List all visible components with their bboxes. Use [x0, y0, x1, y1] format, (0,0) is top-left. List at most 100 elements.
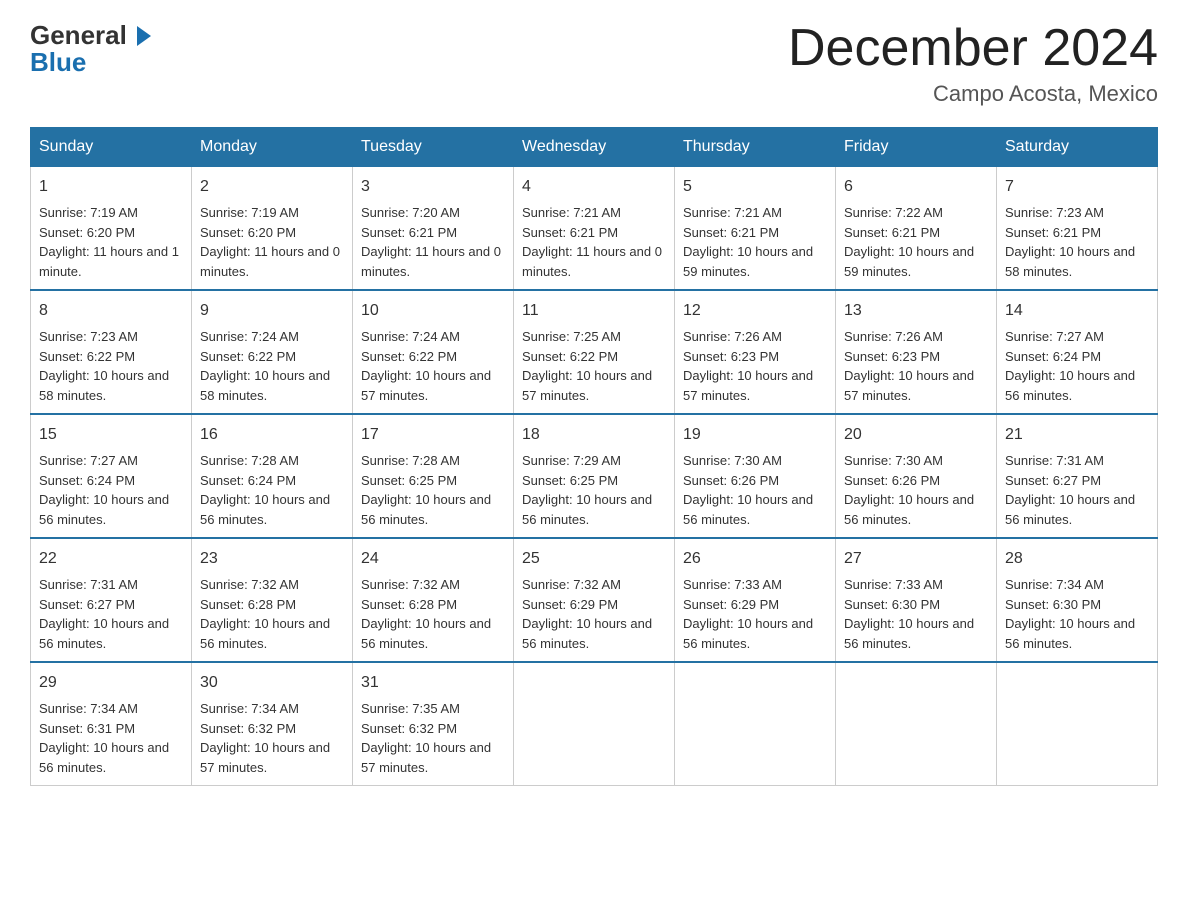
- day-info: Sunrise: 7:19 AMSunset: 6:20 PMDaylight:…: [200, 205, 340, 279]
- table-row: 14 Sunrise: 7:27 AMSunset: 6:24 PMDaylig…: [997, 290, 1158, 414]
- table-row: 26 Sunrise: 7:33 AMSunset: 6:29 PMDaylig…: [675, 538, 836, 662]
- day-info: Sunrise: 7:24 AMSunset: 6:22 PMDaylight:…: [361, 329, 491, 403]
- title-block: December 2024 Campo Acosta, Mexico: [788, 20, 1158, 107]
- table-row: 20 Sunrise: 7:30 AMSunset: 6:26 PMDaylig…: [836, 414, 997, 538]
- day-number: 14: [1005, 299, 1149, 323]
- table-row: 10 Sunrise: 7:24 AMSunset: 6:22 PMDaylig…: [353, 290, 514, 414]
- logo-arrow-icon: [127, 22, 155, 50]
- day-info: Sunrise: 7:27 AMSunset: 6:24 PMDaylight:…: [39, 453, 169, 527]
- day-number: 5: [683, 175, 827, 199]
- day-number: 19: [683, 423, 827, 447]
- day-info: Sunrise: 7:19 AMSunset: 6:20 PMDaylight:…: [39, 205, 179, 279]
- day-info: Sunrise: 7:23 AMSunset: 6:21 PMDaylight:…: [1005, 205, 1135, 279]
- day-number: 17: [361, 423, 505, 447]
- day-info: Sunrise: 7:27 AMSunset: 6:24 PMDaylight:…: [1005, 329, 1135, 403]
- day-info: Sunrise: 7:32 AMSunset: 6:28 PMDaylight:…: [361, 577, 491, 651]
- day-number: 1: [39, 175, 183, 199]
- day-number: 8: [39, 299, 183, 323]
- table-row: 13 Sunrise: 7:26 AMSunset: 6:23 PMDaylig…: [836, 290, 997, 414]
- day-number: 11: [522, 299, 666, 323]
- day-number: 24: [361, 547, 505, 571]
- day-number: 4: [522, 175, 666, 199]
- day-number: 15: [39, 423, 183, 447]
- day-number: 28: [1005, 547, 1149, 571]
- table-row: 6 Sunrise: 7:22 AMSunset: 6:21 PMDayligh…: [836, 167, 997, 291]
- table-row: 16 Sunrise: 7:28 AMSunset: 6:24 PMDaylig…: [192, 414, 353, 538]
- day-number: 21: [1005, 423, 1149, 447]
- day-number: 30: [200, 671, 344, 695]
- day-number: 20: [844, 423, 988, 447]
- day-info: Sunrise: 7:28 AMSunset: 6:24 PMDaylight:…: [200, 453, 330, 527]
- table-row: 31 Sunrise: 7:35 AMSunset: 6:32 PMDaylig…: [353, 662, 514, 786]
- logo: General Blue: [30, 20, 155, 78]
- table-row: 12 Sunrise: 7:26 AMSunset: 6:23 PMDaylig…: [675, 290, 836, 414]
- day-info: Sunrise: 7:22 AMSunset: 6:21 PMDaylight:…: [844, 205, 974, 279]
- col-friday: Friday: [836, 128, 997, 167]
- day-number: 16: [200, 423, 344, 447]
- col-sunday: Sunday: [31, 128, 192, 167]
- table-row: 25 Sunrise: 7:32 AMSunset: 6:29 PMDaylig…: [514, 538, 675, 662]
- day-number: 3: [361, 175, 505, 199]
- col-wednesday: Wednesday: [514, 128, 675, 167]
- day-number: 31: [361, 671, 505, 695]
- day-info: Sunrise: 7:21 AMSunset: 6:21 PMDaylight:…: [522, 205, 662, 279]
- location: Campo Acosta, Mexico: [788, 81, 1158, 107]
- table-row: 3 Sunrise: 7:20 AMSunset: 6:21 PMDayligh…: [353, 167, 514, 291]
- day-info: Sunrise: 7:26 AMSunset: 6:23 PMDaylight:…: [844, 329, 974, 403]
- table-row: [514, 662, 675, 786]
- page-header: General Blue December 2024 Campo Acosta,…: [30, 20, 1158, 107]
- day-info: Sunrise: 7:29 AMSunset: 6:25 PMDaylight:…: [522, 453, 652, 527]
- col-monday: Monday: [192, 128, 353, 167]
- table-row: 29 Sunrise: 7:34 AMSunset: 6:31 PMDaylig…: [31, 662, 192, 786]
- table-row: 22 Sunrise: 7:31 AMSunset: 6:27 PMDaylig…: [31, 538, 192, 662]
- day-info: Sunrise: 7:30 AMSunset: 6:26 PMDaylight:…: [844, 453, 974, 527]
- table-row: [836, 662, 997, 786]
- day-info: Sunrise: 7:25 AMSunset: 6:22 PMDaylight:…: [522, 329, 652, 403]
- day-info: Sunrise: 7:35 AMSunset: 6:32 PMDaylight:…: [361, 701, 491, 775]
- table-row: 9 Sunrise: 7:24 AMSunset: 6:22 PMDayligh…: [192, 290, 353, 414]
- day-number: 10: [361, 299, 505, 323]
- table-row: 15 Sunrise: 7:27 AMSunset: 6:24 PMDaylig…: [31, 414, 192, 538]
- day-info: Sunrise: 7:34 AMSunset: 6:30 PMDaylight:…: [1005, 577, 1135, 651]
- table-row: 30 Sunrise: 7:34 AMSunset: 6:32 PMDaylig…: [192, 662, 353, 786]
- day-info: Sunrise: 7:32 AMSunset: 6:28 PMDaylight:…: [200, 577, 330, 651]
- day-info: Sunrise: 7:32 AMSunset: 6:29 PMDaylight:…: [522, 577, 652, 651]
- day-info: Sunrise: 7:30 AMSunset: 6:26 PMDaylight:…: [683, 453, 813, 527]
- day-info: Sunrise: 7:31 AMSunset: 6:27 PMDaylight:…: [1005, 453, 1135, 527]
- day-info: Sunrise: 7:20 AMSunset: 6:21 PMDaylight:…: [361, 205, 501, 279]
- calendar-week-row: 15 Sunrise: 7:27 AMSunset: 6:24 PMDaylig…: [31, 414, 1158, 538]
- calendar-table: Sunday Monday Tuesday Wednesday Thursday…: [30, 127, 1158, 786]
- table-row: 8 Sunrise: 7:23 AMSunset: 6:22 PMDayligh…: [31, 290, 192, 414]
- table-row: 23 Sunrise: 7:32 AMSunset: 6:28 PMDaylig…: [192, 538, 353, 662]
- day-number: 26: [683, 547, 827, 571]
- day-number: 13: [844, 299, 988, 323]
- table-row: 7 Sunrise: 7:23 AMSunset: 6:21 PMDayligh…: [997, 167, 1158, 291]
- day-info: Sunrise: 7:34 AMSunset: 6:31 PMDaylight:…: [39, 701, 169, 775]
- day-info: Sunrise: 7:23 AMSunset: 6:22 PMDaylight:…: [39, 329, 169, 403]
- col-tuesday: Tuesday: [353, 128, 514, 167]
- day-number: 18: [522, 423, 666, 447]
- day-info: Sunrise: 7:26 AMSunset: 6:23 PMDaylight:…: [683, 329, 813, 403]
- col-thursday: Thursday: [675, 128, 836, 167]
- calendar-week-row: 1 Sunrise: 7:19 AMSunset: 6:20 PMDayligh…: [31, 167, 1158, 291]
- table-row: 28 Sunrise: 7:34 AMSunset: 6:30 PMDaylig…: [997, 538, 1158, 662]
- day-info: Sunrise: 7:31 AMSunset: 6:27 PMDaylight:…: [39, 577, 169, 651]
- day-info: Sunrise: 7:34 AMSunset: 6:32 PMDaylight:…: [200, 701, 330, 775]
- day-number: 9: [200, 299, 344, 323]
- day-number: 22: [39, 547, 183, 571]
- day-number: 2: [200, 175, 344, 199]
- table-row: 2 Sunrise: 7:19 AMSunset: 6:20 PMDayligh…: [192, 167, 353, 291]
- calendar-week-row: 22 Sunrise: 7:31 AMSunset: 6:27 PMDaylig…: [31, 538, 1158, 662]
- table-row: 18 Sunrise: 7:29 AMSunset: 6:25 PMDaylig…: [514, 414, 675, 538]
- col-saturday: Saturday: [997, 128, 1158, 167]
- month-title: December 2024: [788, 20, 1158, 77]
- day-number: 6: [844, 175, 988, 199]
- table-row: 1 Sunrise: 7:19 AMSunset: 6:20 PMDayligh…: [31, 167, 192, 291]
- day-number: 29: [39, 671, 183, 695]
- table-row: 27 Sunrise: 7:33 AMSunset: 6:30 PMDaylig…: [836, 538, 997, 662]
- table-row: 21 Sunrise: 7:31 AMSunset: 6:27 PMDaylig…: [997, 414, 1158, 538]
- day-info: Sunrise: 7:21 AMSunset: 6:21 PMDaylight:…: [683, 205, 813, 279]
- table-row: 19 Sunrise: 7:30 AMSunset: 6:26 PMDaylig…: [675, 414, 836, 538]
- day-info: Sunrise: 7:28 AMSunset: 6:25 PMDaylight:…: [361, 453, 491, 527]
- table-row: 24 Sunrise: 7:32 AMSunset: 6:28 PMDaylig…: [353, 538, 514, 662]
